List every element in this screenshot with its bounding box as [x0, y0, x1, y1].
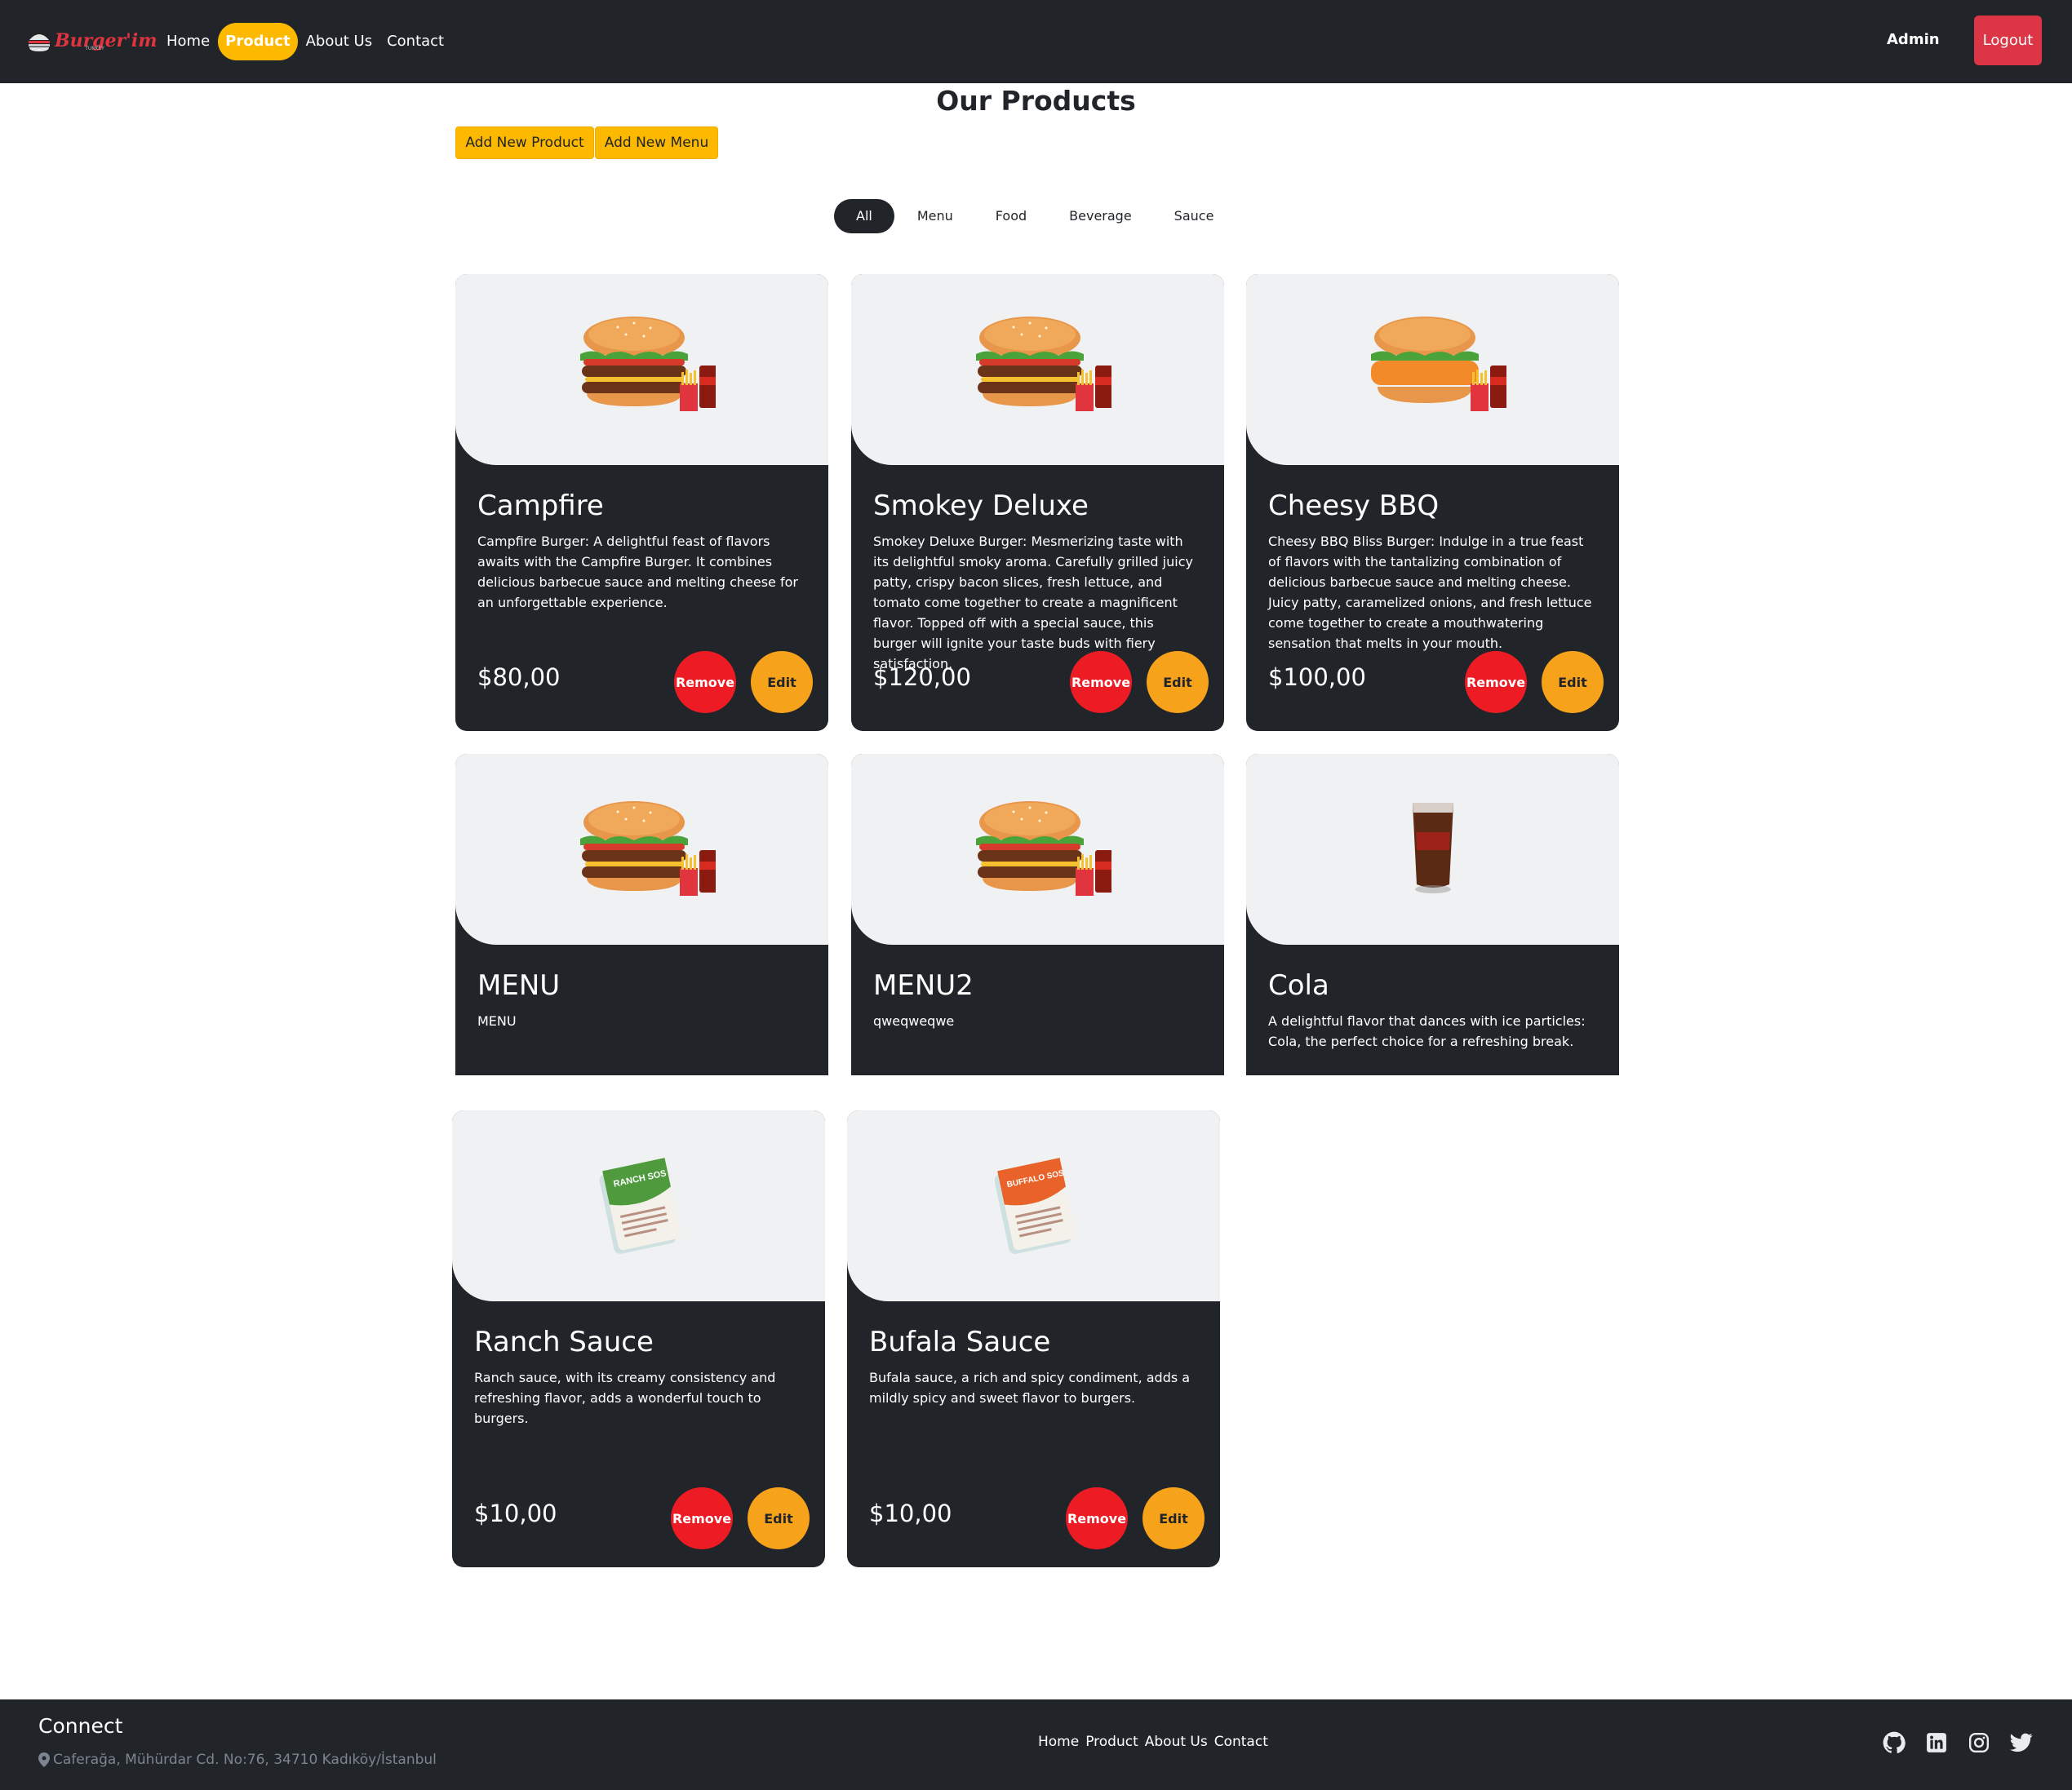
product-card: MENU MENU — [455, 754, 828, 1075]
product-name: MENU2 — [873, 969, 974, 1002]
footer-link-product[interactable]: Product — [1085, 1734, 1138, 1750]
nav-links: Home Product About Us Contact — [160, 23, 452, 60]
product-name: Smokey Deluxe — [873, 490, 1089, 522]
edit-button[interactable]: Edit — [1147, 651, 1209, 713]
chicken-burger-menu-image — [1370, 317, 1506, 411]
admin-label[interactable]: Admin — [1887, 31, 1940, 48]
add-menu-button[interactable]: Add New Menu — [595, 126, 718, 159]
github-icon[interactable] — [1882, 1730, 1906, 1755]
product-image-area: BUFFALO SOS — [847, 1110, 1220, 1301]
product-description: Bufala sauce, a rich and spicy condiment… — [869, 1370, 1191, 1406]
product-description: Smokey Deluxe Burger: Mesmerizing taste … — [873, 534, 1193, 671]
add-product-button[interactable]: Add New Product — [455, 126, 594, 159]
map-pin-icon — [38, 1752, 50, 1767]
bufala-sauce-image: BUFFALO SOS — [994, 1158, 1076, 1254]
remove-button[interactable]: Remove — [1465, 651, 1527, 713]
product-image-area — [851, 274, 1224, 465]
product-price: $100,00 — [1268, 663, 1366, 691]
footer-link-contact[interactable]: Contact — [1214, 1734, 1268, 1750]
product-card: Campfire Campfire Burger: A delightful f… — [455, 274, 828, 731]
cola-glass-image — [1412, 803, 1453, 893]
linkedin-icon[interactable] — [1924, 1730, 1949, 1755]
remove-button[interactable]: Remove — [671, 1487, 733, 1549]
footer: Connect Caferağa, Mühürdar Cd. No:76, 34… — [0, 1699, 2072, 1790]
remove-button[interactable]: Remove — [1066, 1487, 1128, 1549]
product-price: $10,00 — [474, 1500, 557, 1527]
twitter-icon[interactable] — [2009, 1730, 2034, 1755]
navbar: Burger'im TURKEY Home Product About Us C… — [0, 0, 2072, 83]
product-price: $80,00 — [477, 663, 561, 691]
product-description: Ranch sauce, with its creamy consistency… — [474, 1370, 776, 1426]
product-description: qweqweqwe — [873, 1013, 955, 1029]
footer-links: Home Product About Us Contact — [1038, 1734, 1275, 1750]
logout-button[interactable]: Logout — [1974, 16, 2042, 65]
burger-menu-image — [975, 801, 1111, 896]
burger-menu-image — [975, 317, 1111, 411]
product-card: Cheesy BBQ Cheesy BBQ Bliss Burger: Indu… — [1246, 274, 1619, 731]
footer-title: Connect — [38, 1714, 123, 1738]
ranch-sauce-image: RANCH SOS — [599, 1158, 681, 1254]
product-name: Cola — [1268, 969, 1329, 1002]
product-description: MENU — [477, 1013, 517, 1029]
brand-subtitle: TURKEY — [85, 46, 104, 51]
product-card: MENU2 qweqweqwe — [851, 754, 1224, 1075]
product-price: $10,00 — [869, 1500, 952, 1527]
filter-food[interactable]: Food — [974, 199, 1048, 233]
burger-menu-image — [579, 801, 716, 896]
product-image-area — [851, 754, 1224, 945]
product-name: Cheesy BBQ — [1268, 490, 1440, 522]
product-image-area: RANCH SOS — [452, 1110, 825, 1301]
remove-button[interactable]: Remove — [1070, 651, 1132, 713]
product-description: Cheesy BBQ Bliss Burger: Indulge in a tr… — [1268, 534, 1592, 651]
product-name: Campfire — [477, 490, 604, 522]
product-image-area — [455, 754, 828, 945]
product-price: $120,00 — [873, 663, 971, 691]
product-card: BUFFALO SOS Bufala Sauce Bufala sauce, a… — [847, 1110, 1220, 1567]
product-name: Ranch Sauce — [474, 1326, 654, 1358]
product-name: Bufala Sauce — [869, 1326, 1051, 1358]
filter-sauce[interactable]: Sauce — [1153, 199, 1236, 233]
product-card: RANCH SOS Ranch Sauce Ranch sauce, with … — [452, 1110, 825, 1567]
footer-address: Caferağa, Mühürdar Cd. No:76, 34710 Kadı… — [38, 1752, 437, 1768]
edit-button[interactable]: Edit — [748, 1487, 810, 1549]
category-filters: All Menu Food Beverage Sauce — [834, 199, 1235, 233]
product-name: MENU — [477, 969, 561, 1002]
remove-button[interactable]: Remove — [674, 651, 736, 713]
edit-button[interactable]: Edit — [1542, 651, 1604, 713]
nav-contact[interactable]: Contact — [380, 23, 450, 60]
product-card: Cola A delightful flavor that dances wit… — [1246, 754, 1619, 1075]
product-image-area — [1246, 754, 1619, 945]
instagram-icon[interactable] — [1967, 1730, 1991, 1755]
footer-link-home[interactable]: Home — [1038, 1734, 1079, 1750]
address-text: Caferağa, Mühürdar Cd. No:76, 34710 Kadı… — [53, 1752, 437, 1768]
burger-logo-icon — [29, 34, 50, 51]
page-title: Our Products — [936, 85, 1136, 117]
edit-button[interactable]: Edit — [1142, 1487, 1205, 1549]
burger-menu-image — [579, 317, 716, 411]
filter-all[interactable]: All — [834, 199, 894, 233]
filter-beverage[interactable]: Beverage — [1048, 199, 1153, 233]
product-image-area — [455, 274, 828, 465]
brand-logo[interactable]: Burger'im — [27, 24, 158, 57]
product-card: Smokey Deluxe Smokey Deluxe Burger: Mesm… — [851, 274, 1224, 731]
edit-button[interactable]: Edit — [751, 651, 813, 713]
nav-home[interactable]: Home — [160, 23, 216, 60]
footer-link-about[interactable]: About Us — [1145, 1734, 1208, 1750]
product-image-area — [1246, 274, 1619, 465]
filter-menu[interactable]: Menu — [896, 199, 974, 233]
social-links — [1882, 1730, 2052, 1755]
product-description: A delightful flavor that dances with ice… — [1268, 1013, 1586, 1049]
nav-product[interactable]: Product — [218, 23, 298, 60]
nav-about[interactable]: About Us — [299, 23, 379, 60]
product-description: Campfire Burger: A delightful feast of f… — [477, 534, 798, 610]
